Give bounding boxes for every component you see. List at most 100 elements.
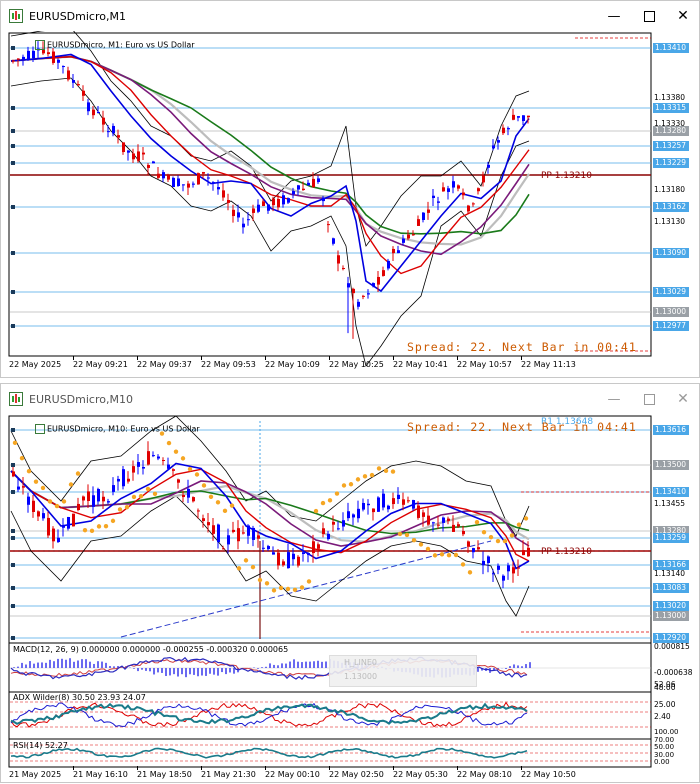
candle-body xyxy=(247,219,250,220)
minimize-button[interactable]: — xyxy=(597,1,631,31)
candle-body xyxy=(192,184,195,185)
sar-dot xyxy=(314,509,318,513)
macd-histogram xyxy=(305,662,307,668)
candle-body xyxy=(312,541,315,553)
title-bar[interactable]: EURUSDmicro,M10 — ✕ xyxy=(1,384,699,414)
macd-histogram xyxy=(513,664,515,668)
macd-histogram xyxy=(113,666,115,668)
macd-histogram xyxy=(521,666,523,668)
macd-histogram xyxy=(293,659,295,668)
candle-body xyxy=(522,115,525,121)
macd-histogram xyxy=(257,668,259,669)
level-marker xyxy=(11,529,15,533)
macd-histogram xyxy=(213,668,215,675)
candle-body xyxy=(132,153,135,159)
price-tag: 1.13090 xyxy=(653,248,689,258)
sar-dot xyxy=(286,587,290,591)
maximize-button[interactable] xyxy=(632,1,666,31)
candle-body xyxy=(97,112,100,113)
chart-settings-icon[interactable] xyxy=(35,424,45,434)
sar-dot xyxy=(188,467,192,471)
candle-body xyxy=(67,70,70,79)
time-axis-label: 22 May 09:37 xyxy=(137,360,192,369)
candle-body xyxy=(497,566,500,570)
candle-body xyxy=(407,235,410,239)
candle-body xyxy=(382,494,385,508)
candle-body xyxy=(267,546,270,549)
maximize-button[interactable] xyxy=(632,384,666,414)
macd-histogram xyxy=(205,668,207,676)
macd-histogram xyxy=(505,668,507,669)
candle-body xyxy=(227,200,230,203)
candle-body xyxy=(362,296,365,297)
sar-dot xyxy=(139,494,143,498)
sar-dot xyxy=(328,498,332,502)
candle-body xyxy=(497,140,500,143)
macd-histogram xyxy=(189,668,191,674)
price-tag: 1.13500 xyxy=(653,460,689,470)
candle-body xyxy=(262,201,265,206)
chart-window-m10[interactable]: EURUSDmicro,M10 — ✕ EURUSDmicro, M10: Eu… xyxy=(0,383,700,783)
macd-histogram xyxy=(169,668,171,675)
candle-body xyxy=(237,528,240,541)
candle-body xyxy=(407,500,410,501)
candle-body xyxy=(247,525,250,535)
candle-body xyxy=(182,184,185,185)
candle-body xyxy=(112,126,115,133)
sar-dot xyxy=(279,586,283,590)
price-chart-m1[interactable] xyxy=(1,31,699,379)
candle-body xyxy=(287,198,290,203)
macd-histogram xyxy=(153,668,155,674)
sar-dot xyxy=(447,553,451,557)
sar-dot xyxy=(251,565,255,569)
candle-body xyxy=(477,547,480,549)
macd-histogram xyxy=(61,659,63,668)
candle-body xyxy=(387,261,390,269)
candle-body xyxy=(332,238,335,243)
level-marker xyxy=(11,205,15,209)
macd-histogram xyxy=(101,662,103,668)
time-tick xyxy=(201,356,202,360)
macd-histogram xyxy=(525,664,527,668)
price-tag: 1.13257 xyxy=(653,141,689,151)
macd-histogram xyxy=(477,668,479,672)
time-axis-label: 22 May 08:10 xyxy=(457,770,512,779)
close-button[interactable]: ✕ xyxy=(666,1,700,31)
time-axis-label: 21 May 21:30 xyxy=(201,770,256,779)
candle-body xyxy=(122,142,125,152)
candle-body xyxy=(132,466,135,472)
candle-body xyxy=(137,462,140,467)
sar-dot xyxy=(209,495,213,499)
candle-body xyxy=(317,178,320,182)
chart-settings-icon[interactable] xyxy=(35,40,45,50)
candle-body xyxy=(77,504,80,510)
price-tag: 1.13000 xyxy=(653,307,689,317)
candle-body xyxy=(447,519,450,521)
candle-body xyxy=(212,182,215,183)
sar-dot xyxy=(223,509,227,513)
sar-dot xyxy=(517,522,521,526)
minimize-button[interactable]: — xyxy=(597,384,631,414)
chart-window-m1[interactable]: EURUSDmicro,M1 — ✕ EURUSDmicro, M1: Euro… xyxy=(0,0,700,378)
candle-body xyxy=(507,565,510,571)
candle-body xyxy=(502,128,505,133)
title-bar[interactable]: EURUSDmicro,M1 — ✕ xyxy=(1,1,699,31)
candle-body xyxy=(142,153,145,155)
price-tag: 1.13029 xyxy=(653,287,689,297)
sar-dot xyxy=(454,553,458,557)
price-chart-m10[interactable] xyxy=(1,412,699,784)
candle-body xyxy=(27,51,30,59)
sar-dot xyxy=(307,579,311,583)
candle-body xyxy=(417,506,420,518)
close-button[interactable]: ✕ xyxy=(666,384,700,414)
sar-dot xyxy=(104,524,108,528)
candle-body xyxy=(157,174,160,178)
sar-dot xyxy=(412,538,416,542)
candle-body xyxy=(362,503,365,510)
chart-window-icon xyxy=(9,392,23,406)
candle-body xyxy=(292,554,295,559)
time-axis-label: 22 May 02:50 xyxy=(329,770,384,779)
candle-body xyxy=(12,61,15,62)
macd-histogram xyxy=(317,661,319,668)
candle-body xyxy=(27,497,30,505)
